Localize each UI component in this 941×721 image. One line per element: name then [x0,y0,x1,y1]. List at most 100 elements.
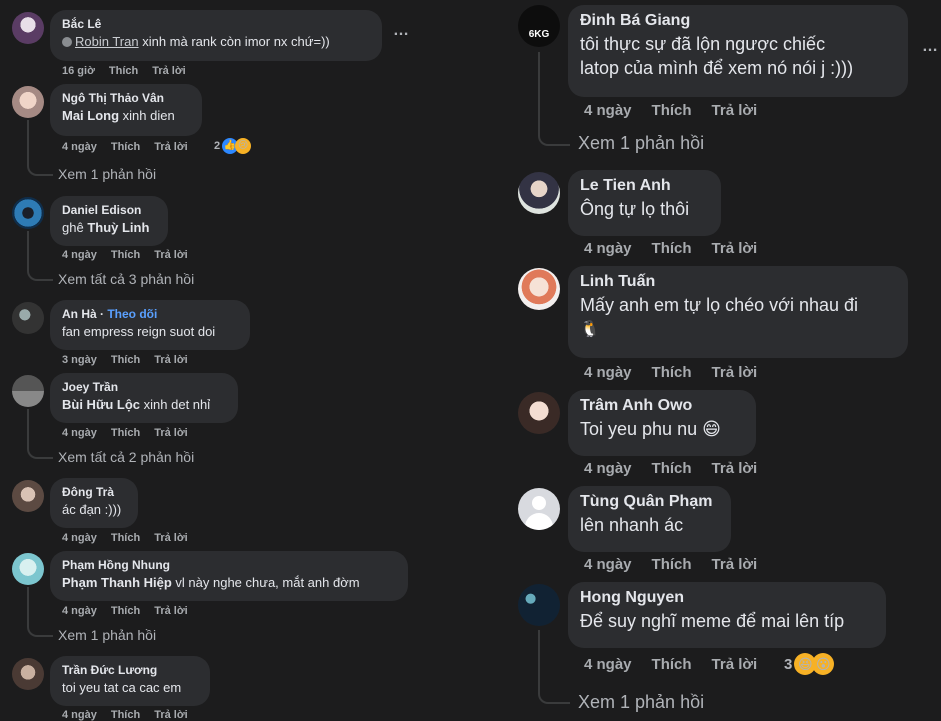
mention-link[interactable]: Robin Tran [75,34,139,49]
author-name[interactable]: Phạm Hồng Nhung [62,558,396,572]
timestamp[interactable]: 4 ngày [584,460,632,477]
avatar[interactable] [12,197,44,229]
view-replies-link[interactable]: Xem 1 phản hồi [58,627,156,643]
reply-button[interactable]: Trả lời [154,249,188,261]
author-name[interactable]: Bắc Lê [62,17,370,31]
reply-button[interactable]: Trả lời [154,532,188,544]
avatar[interactable] [518,268,560,310]
view-replies-link[interactable]: Xem 1 phản hồi [578,692,704,713]
mention-link[interactable]: Bùi Hữu Lộc [62,397,140,412]
mention-link[interactable]: Mai Long [62,108,119,123]
avatar[interactable] [518,584,560,626]
author-name[interactable]: Le Tien Anh [580,177,709,195]
author-name[interactable]: Joey Trần [62,380,226,394]
comment-meta: 4 ngày Thích Trả lời [62,532,202,544]
like-button[interactable]: Thích [111,532,140,544]
like-button[interactable]: Thích [111,354,140,366]
avatar[interactable] [518,392,560,434]
timestamp[interactable]: 4 ngày [62,709,97,721]
reply-button[interactable]: Trả lời [712,240,758,257]
timestamp[interactable]: 4 ngày [62,427,97,439]
avatar[interactable] [12,302,44,334]
reaction-summary[interactable]: 2 👍 😢 [214,138,252,154]
follow-link[interactable]: Theo dõi [107,307,157,321]
like-button[interactable]: Thích [111,141,140,153]
mention-link[interactable]: Phạm Thanh Hiệp [62,575,172,590]
reply-button[interactable]: Trả lời [712,364,758,381]
mention-link[interactable]: Thuỳ Linh [87,220,149,235]
author-name[interactable]: Đông Trà [62,485,126,499]
author-name[interactable]: Trâm Anh Owo [580,397,744,415]
avatar[interactable] [12,86,44,118]
comment-bubble: Daniel Edison ghê Thuỳ Linh [50,196,168,246]
timestamp[interactable]: 4 ngày [62,141,97,153]
comment-meta: 4 ngày Thích Trả lời [584,102,771,119]
timestamp[interactable]: 4 ngày [584,556,632,573]
view-replies-link[interactable]: Xem tất cả 2 phản hồi [58,449,194,465]
view-replies-link[interactable]: Xem 1 phản hồi [578,133,704,154]
like-button[interactable]: Thích [111,249,140,261]
reply-button[interactable]: Trả lời [712,102,758,119]
avatar[interactable] [12,375,44,407]
more-options-icon[interactable]: … [922,38,939,56]
avatar[interactable] [12,658,44,690]
comment-text: toi yeu tat ca cac em [62,680,182,695]
author-name[interactable]: Daniel Edison [62,203,156,217]
avatar[interactable] [12,12,44,44]
like-button[interactable]: Thích [652,102,692,119]
default-avatar-icon[interactable] [518,488,560,530]
reply-button[interactable]: Trả lời [154,709,188,721]
author-name[interactable]: Đinh Bá Giang [580,12,896,30]
comment-text: Để suy nghĩ meme để mai lên típ [580,611,845,631]
like-button[interactable]: Thích [111,709,140,721]
timestamp[interactable]: 16 giờ [62,65,95,77]
view-replies-link[interactable]: Xem tất cả 3 phản hồi [58,271,194,287]
author-name[interactable]: An Hà [62,307,97,321]
reaction-summary[interactable]: 3 😆 😮 [784,653,835,675]
author-name[interactable]: Hong Nguyen [580,589,874,607]
comment-meta: 4 ngày Thích Trả lời [584,556,771,573]
reply-button[interactable]: Trả lời [712,460,758,477]
author-name[interactable]: Tùng Quân Phạm [580,493,719,511]
reply-button[interactable]: Trả lời [712,656,758,673]
timestamp[interactable]: 4 ngày [62,249,97,261]
avatar[interactable] [518,172,560,214]
timestamp[interactable]: 4 ngày [584,364,632,381]
like-button[interactable]: Thích [652,556,692,573]
comment-bubble: An Hà · Theo dõi fan empress reign suot … [50,300,250,350]
comment-bubble: Hong Nguyen Để suy nghĩ meme để mai lên … [568,582,886,648]
avatar[interactable] [12,553,44,585]
author-name[interactable]: Ngô Thị Thảo Vân [62,91,190,105]
like-button[interactable]: Thích [652,240,692,257]
like-button[interactable]: Thích [109,65,138,77]
author-name[interactable]: Linh Tuấn [580,273,896,291]
timestamp[interactable]: 4 ngày [584,240,632,257]
reply-button[interactable]: Trả lời [154,427,188,439]
avatar-body [525,513,553,530]
reply-button[interactable]: Trả lời [154,354,188,366]
reaction-count: 3 [784,655,793,673]
like-button[interactable]: Thích [652,460,692,477]
timestamp[interactable]: 3 ngày [62,354,97,366]
more-options-icon[interactable]: … [393,22,410,40]
timestamp[interactable]: 4 ngày [62,532,97,544]
timestamp[interactable]: 4 ngày [584,102,632,119]
timestamp[interactable]: 4 ngày [62,605,97,617]
reply-button[interactable]: Trả lời [154,605,188,617]
view-replies-link[interactable]: Xem 1 phản hồi [58,166,156,182]
avatar[interactable]: 6KG [518,5,560,47]
avatar[interactable] [12,480,44,512]
author-name[interactable]: Trần Đức Lương [62,663,198,677]
like-button[interactable]: Thích [652,656,692,673]
reply-button[interactable]: Trả lời [152,65,186,77]
comment-bubble: Trâm Anh Owo Toi yeu phu nu 😄 [568,390,756,456]
thread-connector [27,231,53,281]
like-button[interactable]: Thích [111,605,140,617]
reply-button[interactable]: Trả lời [154,141,188,153]
timestamp[interactable]: 4 ngày [584,656,632,673]
like-button[interactable]: Thích [111,427,140,439]
comment-meta: 4 ngày Thích Trả lời [62,605,202,617]
comment-meta: 3 ngày Thích Trả lời [62,354,202,366]
reply-button[interactable]: Trả lời [712,556,758,573]
like-button[interactable]: Thích [652,364,692,381]
